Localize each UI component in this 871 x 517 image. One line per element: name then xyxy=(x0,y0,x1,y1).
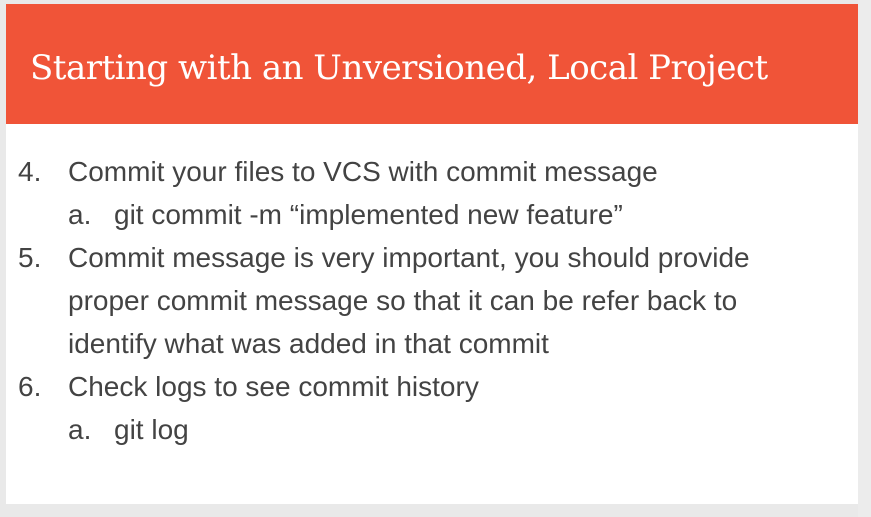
list-item-text: Commit your files to VCS with commit mes… xyxy=(6,150,838,193)
sub-item-text: git commit -m “implemented new feature” xyxy=(114,199,623,230)
title-bar: Starting with an Unversioned, Local Proj… xyxy=(6,4,858,124)
list-item-text: Check logs to see commit history xyxy=(6,365,838,408)
sub-item-letter: a. xyxy=(68,199,92,230)
sub-item-text: git log xyxy=(114,414,189,445)
slide-title: Starting with an Unversioned, Local Proj… xyxy=(30,48,768,88)
list-item-5: 5. Commit message is very important, you… xyxy=(6,236,858,365)
list-number: 4. xyxy=(18,156,42,187)
list-number: 5. xyxy=(18,242,42,273)
list-line: Commit your files to VCS with commit mes… xyxy=(68,156,658,187)
list-number: 6. xyxy=(18,371,42,402)
list-item-text: Commit message is very important, you sh… xyxy=(6,236,838,365)
slide: Starting with an Unversioned, Local Proj… xyxy=(6,4,858,504)
sub-item-letter: a. xyxy=(68,414,92,445)
slide-edge-shadow xyxy=(858,0,871,517)
sub-item-6a: a. git log xyxy=(6,408,858,451)
list-line: Check logs to see commit history xyxy=(68,371,479,402)
sub-item-4a: a. git commit -m “implemented new featur… xyxy=(6,193,858,236)
list-line: proper commit message so that it can be … xyxy=(68,285,738,316)
list-line: Commit message is very important, you sh… xyxy=(68,242,750,273)
numbered-list: 4. Commit your files to VCS with commit … xyxy=(6,150,858,451)
list-line: identify what was added in that commit xyxy=(68,328,549,359)
list-item-6: 6. Check logs to see commit history xyxy=(6,365,858,408)
list-item-4: 4. Commit your files to VCS with commit … xyxy=(6,150,858,193)
